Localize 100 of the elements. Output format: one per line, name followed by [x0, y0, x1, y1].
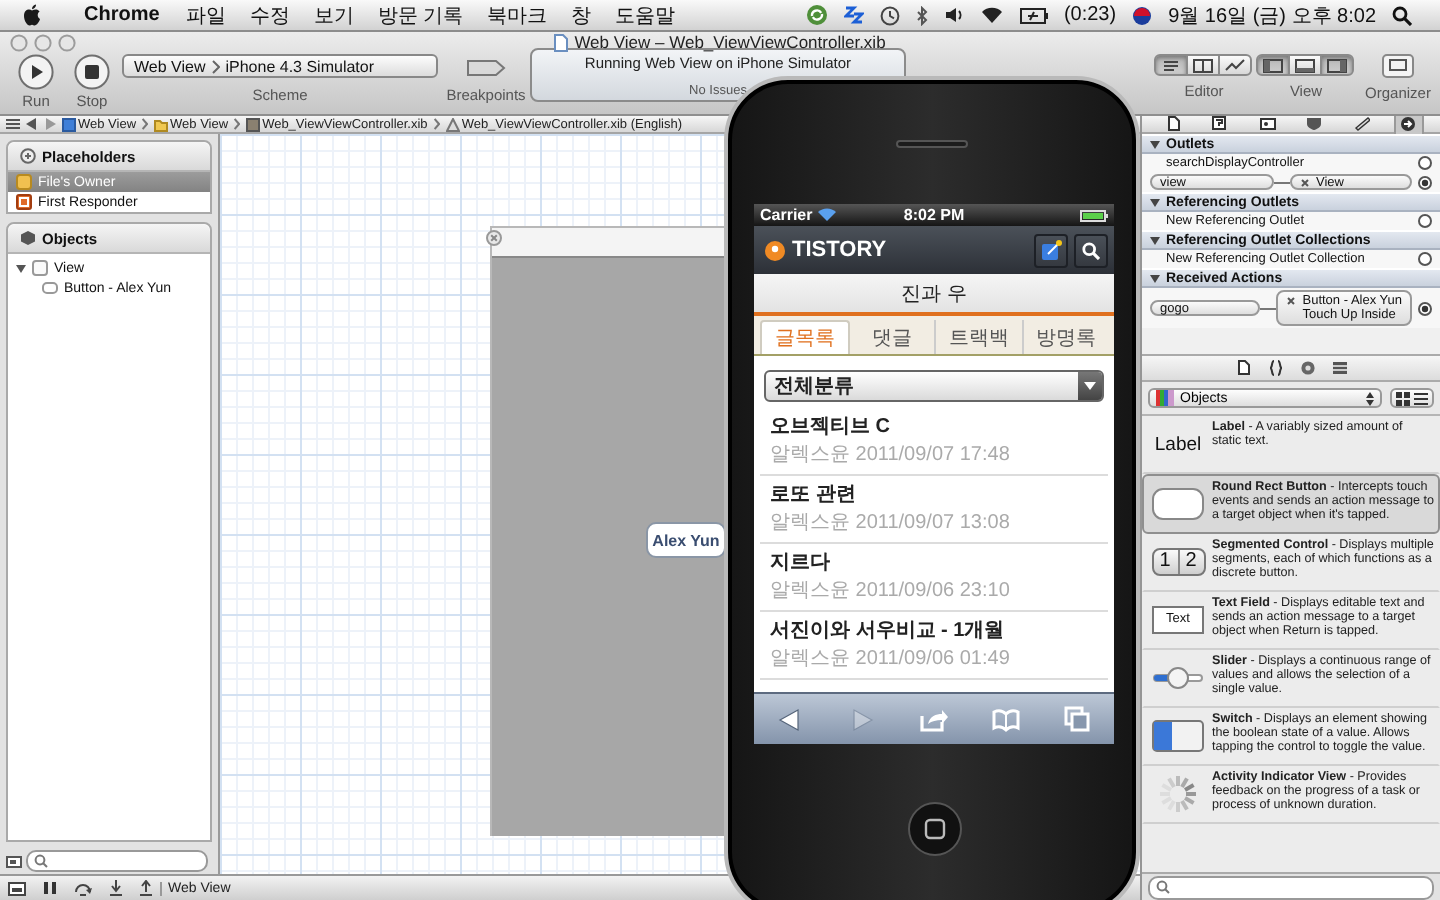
connection-circle[interactable] — [1418, 214, 1432, 228]
home-button[interactable] — [908, 802, 962, 856]
disconnect-icon[interactable] — [1286, 296, 1297, 306]
breakpoint-icon — [466, 60, 506, 76]
step-into-icon[interactable] — [110, 880, 122, 896]
connection-circle[interactable] — [1418, 156, 1432, 170]
editor-mode-button[interactable] — [1218, 54, 1252, 76]
menu-item[interactable]: 파일 — [185, 1, 226, 29]
file-icon[interactable] — [1235, 360, 1251, 376]
filter-field[interactable] — [26, 850, 208, 872]
forward-arrow-icon[interactable] — [44, 118, 56, 130]
view-toggle-button[interactable] — [1320, 54, 1354, 76]
battery-icon[interactable] — [1019, 7, 1048, 23]
step-out-icon[interactable] — [140, 880, 152, 896]
icon-grid-icon — [1396, 391, 1410, 405]
close-icon[interactable] — [486, 230, 502, 246]
bookmarks-button[interactable] — [992, 705, 1020, 733]
braces-icon[interactable] — [1267, 360, 1283, 376]
wifi-icon — [818, 208, 837, 222]
app-menu[interactable]: Chrome — [84, 4, 160, 26]
text-lines-icon — [1158, 55, 1184, 75]
back-button[interactable] — [776, 705, 804, 733]
menu-item[interactable]: 창 — [571, 1, 592, 29]
view-toggle-button[interactable] — [1256, 54, 1290, 76]
post-title[interactable]: 지르다 — [770, 552, 1098, 576]
organizer-icon — [1382, 54, 1414, 78]
media-icon[interactable] — [1331, 360, 1347, 376]
search-icon — [1082, 241, 1100, 259]
post-meta: 알렉스윤 2011/09/06 01:49 — [770, 648, 1012, 672]
help-icon — [1212, 116, 1229, 132]
outline-toggle-icon[interactable] — [6, 855, 22, 867]
wifi-icon[interactable] — [979, 6, 1004, 24]
disclosure-icon — [1150, 139, 1160, 149]
list-icon — [1414, 391, 1428, 405]
pages-icon — [1064, 705, 1092, 733]
post-title[interactable]: 오브젝티브 C — [770, 416, 1098, 440]
view-mode-control[interactable] — [1390, 388, 1434, 408]
filter-field[interactable] — [1148, 875, 1434, 899]
connection-circle[interactable] — [1418, 301, 1432, 315]
console-toggle-icon[interactable] — [8, 881, 26, 895]
chevron-icon — [234, 118, 241, 130]
step-over-icon[interactable] — [74, 881, 92, 895]
pages-button[interactable] — [1064, 705, 1092, 733]
bluetooth-icon[interactable] — [915, 5, 928, 25]
disclosure-icon — [1150, 197, 1160, 207]
round-rect-button[interactable]: Alex Yun — [646, 522, 726, 558]
back-arrow-icon — [776, 705, 804, 733]
post-meta: 알렉스윤 2011/09/07 13:08 — [770, 512, 1012, 536]
blog-tab[interactable]: 방명록 — [1021, 320, 1108, 354]
preview-label: Label — [1154, 433, 1202, 455]
post-title[interactable]: 로또 관련 — [770, 484, 1098, 508]
back-arrow-icon[interactable] — [26, 118, 38, 130]
connection-line — [1274, 179, 1290, 185]
menu-clock[interactable]: 9월 16일 (금) 오후 8:02 — [1168, 1, 1376, 29]
library-icon — [1156, 390, 1174, 406]
volume-icon[interactable] — [943, 6, 964, 24]
stepper-icon — [1366, 391, 1374, 405]
menu-item[interactable]: 방문 기록 — [377, 1, 464, 29]
search-button[interactable] — [1074, 233, 1108, 267]
blog-title: 진과 우 — [901, 281, 967, 307]
clock-icon[interactable] — [879, 5, 900, 25]
disconnect-icon[interactable] — [1300, 177, 1310, 187]
menu-item[interactable]: 도움말 — [615, 1, 676, 29]
bottom-pane-icon — [1292, 55, 1318, 75]
menu-item[interactable]: 수정 — [249, 1, 290, 29]
window-title: Web View – Web_ViewViewController.xib — [574, 32, 886, 52]
logo-icon — [764, 239, 786, 261]
connection-circle[interactable] — [1418, 252, 1432, 266]
connection-circle[interactable] — [1418, 175, 1432, 189]
battery-time[interactable]: (0:23) — [1063, 4, 1117, 26]
editor-mode-button[interactable] — [1154, 54, 1188, 76]
logo-text: TISTORY — [792, 238, 889, 262]
book-icon — [992, 705, 1020, 733]
search-icon[interactable] — [1392, 5, 1412, 25]
left-pane-icon — [1260, 55, 1286, 75]
view-toggle-button[interactable] — [1288, 54, 1322, 76]
category-dropdown[interactable]: 전체분류 — [764, 370, 1104, 402]
sync-icon[interactable] — [805, 4, 828, 26]
chevron-icon — [433, 118, 440, 130]
apple-icon — [22, 4, 42, 26]
scheme-popup[interactable]: Web View iPhone 4.3 Simulator — [122, 54, 438, 78]
menu-item[interactable]: 북마크 — [487, 1, 548, 29]
grid-icon[interactable] — [6, 118, 20, 130]
share-button[interactable] — [920, 705, 948, 733]
compose-button[interactable] — [1034, 233, 1068, 267]
menu-item[interactable]: 보기 — [313, 1, 354, 29]
post-title[interactable]: 서진이와 서우비교 - 1개월 — [770, 620, 1098, 644]
blog-tab[interactable]: 댓글 — [849, 320, 934, 354]
placeholder-icon — [20, 148, 36, 164]
flag-icon[interactable] — [1132, 5, 1153, 25]
editor-mode-button[interactable] — [1186, 54, 1220, 76]
zigzag-icon[interactable] — [843, 6, 864, 24]
battery-icon — [1080, 209, 1109, 221]
search-icon — [1156, 880, 1170, 894]
segment-label: 1 — [1157, 550, 1173, 574]
pause-icon[interactable] — [44, 882, 56, 894]
post-meta: 알렉스윤 2011/09/06 23:10 — [770, 580, 1012, 604]
inspector-tab[interactable] — [1393, 116, 1424, 133]
disclosure-icon — [1150, 235, 1160, 245]
blog-tab[interactable]: 트랙백 — [934, 320, 1021, 354]
